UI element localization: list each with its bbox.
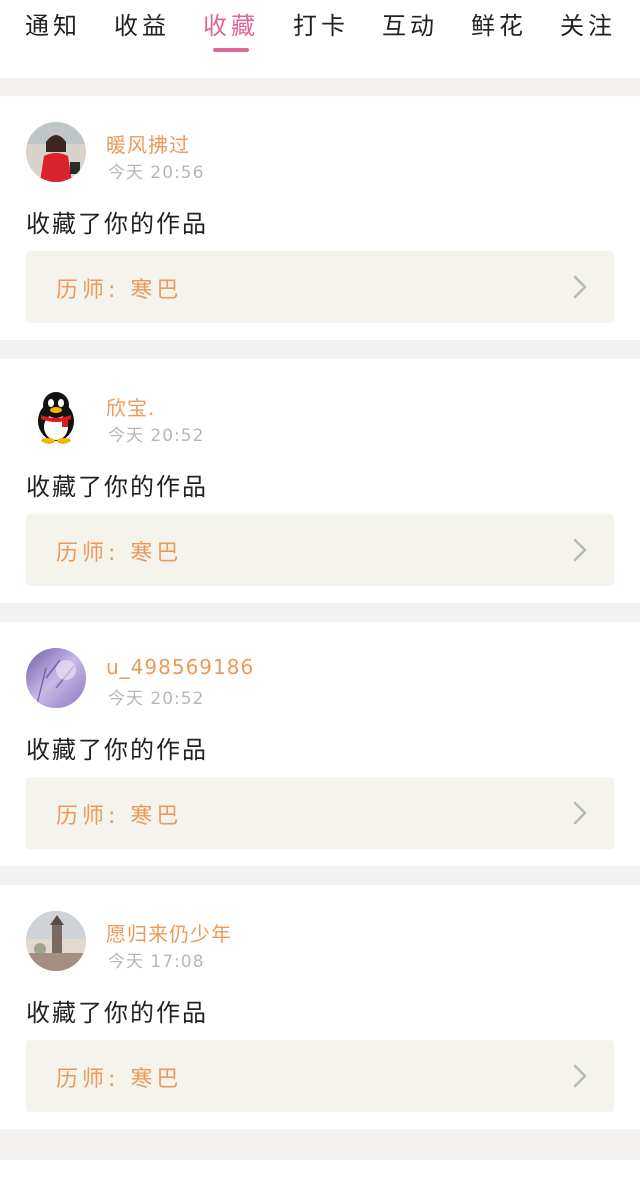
work-link[interactable]: 历师: 寒巴 (26, 514, 614, 586)
work-link[interactable]: 历师: 寒巴 (26, 777, 614, 849)
user-avatar[interactable] (26, 385, 86, 445)
work-link[interactable]: 历师: 寒巴 (26, 251, 614, 323)
tower-landscape-avatar-icon (26, 911, 86, 971)
action-text: 收藏了你的作品 (26, 210, 208, 238)
tab-checkin[interactable]: 打卡 (286, 8, 356, 44)
action-text: 收藏了你的作品 (26, 473, 208, 501)
username[interactable]: 愿归来仍少年 (106, 918, 232, 947)
work-title: 历师: 寒巴 (56, 804, 183, 829)
notification-card: 愿归来仍少年 今天 17:08 收藏了你的作品 历师: 寒巴 (0, 885, 640, 1129)
tab-favorites[interactable]: 收藏 (196, 8, 266, 44)
tab-notifications[interactable]: 通知 (18, 8, 88, 44)
action-text: 收藏了你的作品 (26, 736, 208, 764)
woman-in-red-avatar-icon (26, 122, 86, 182)
qq-penguin-avatar-icon (26, 385, 86, 445)
tab-bar: 通知 收益 收藏 打卡 互动 鲜花 关注 (0, 0, 640, 78)
timestamp: 今天 17:08 (108, 952, 205, 972)
purple-landscape-avatar-icon (26, 648, 86, 708)
username[interactable]: 暖风拂过 (106, 129, 190, 158)
tab-follow[interactable]: 关注 (553, 8, 623, 44)
notification-card-partial (0, 1160, 640, 1182)
user-avatar[interactable] (26, 648, 86, 708)
username[interactable]: u_498569186 (106, 655, 254, 679)
timestamp: 今天 20:56 (108, 163, 205, 183)
user-avatar[interactable] (26, 911, 86, 971)
timestamp: 今天 20:52 (108, 426, 205, 446)
chevron-right-icon (573, 801, 587, 825)
work-title: 历师: 寒巴 (56, 278, 183, 303)
active-tab-indicator (213, 48, 249, 52)
chevron-right-icon (573, 275, 587, 299)
tab-flowers[interactable]: 鲜花 (464, 8, 534, 44)
work-title: 历师: 寒巴 (56, 541, 183, 566)
chevron-right-icon (573, 538, 587, 562)
username[interactable]: 欣宝. (106, 392, 155, 421)
work-title: 历师: 寒巴 (56, 1067, 183, 1092)
chevron-right-icon (573, 1064, 587, 1088)
action-text: 收藏了你的作品 (26, 999, 208, 1027)
notification-card: 欣宝. 今天 20:52 收藏了你的作品 历师: 寒巴 (0, 359, 640, 603)
user-avatar[interactable] (26, 122, 86, 182)
timestamp: 今天 20:52 (108, 689, 205, 709)
tab-interaction[interactable]: 互动 (375, 8, 445, 44)
notification-card: 暖风拂过 今天 20:56 收藏了你的作品 历师: 寒巴 (0, 96, 640, 340)
work-link[interactable]: 历师: 寒巴 (26, 1040, 614, 1112)
tab-earnings[interactable]: 收益 (107, 8, 177, 44)
notification-card: u_498569186 今天 20:52 收藏了你的作品 历师: 寒巴 (0, 622, 640, 866)
